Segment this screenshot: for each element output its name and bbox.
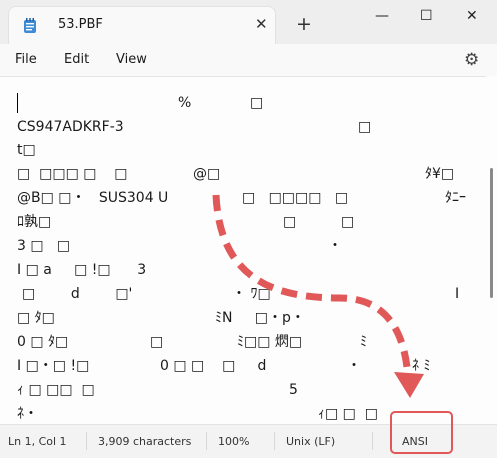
annotation-arrow — [212, 194, 424, 398]
